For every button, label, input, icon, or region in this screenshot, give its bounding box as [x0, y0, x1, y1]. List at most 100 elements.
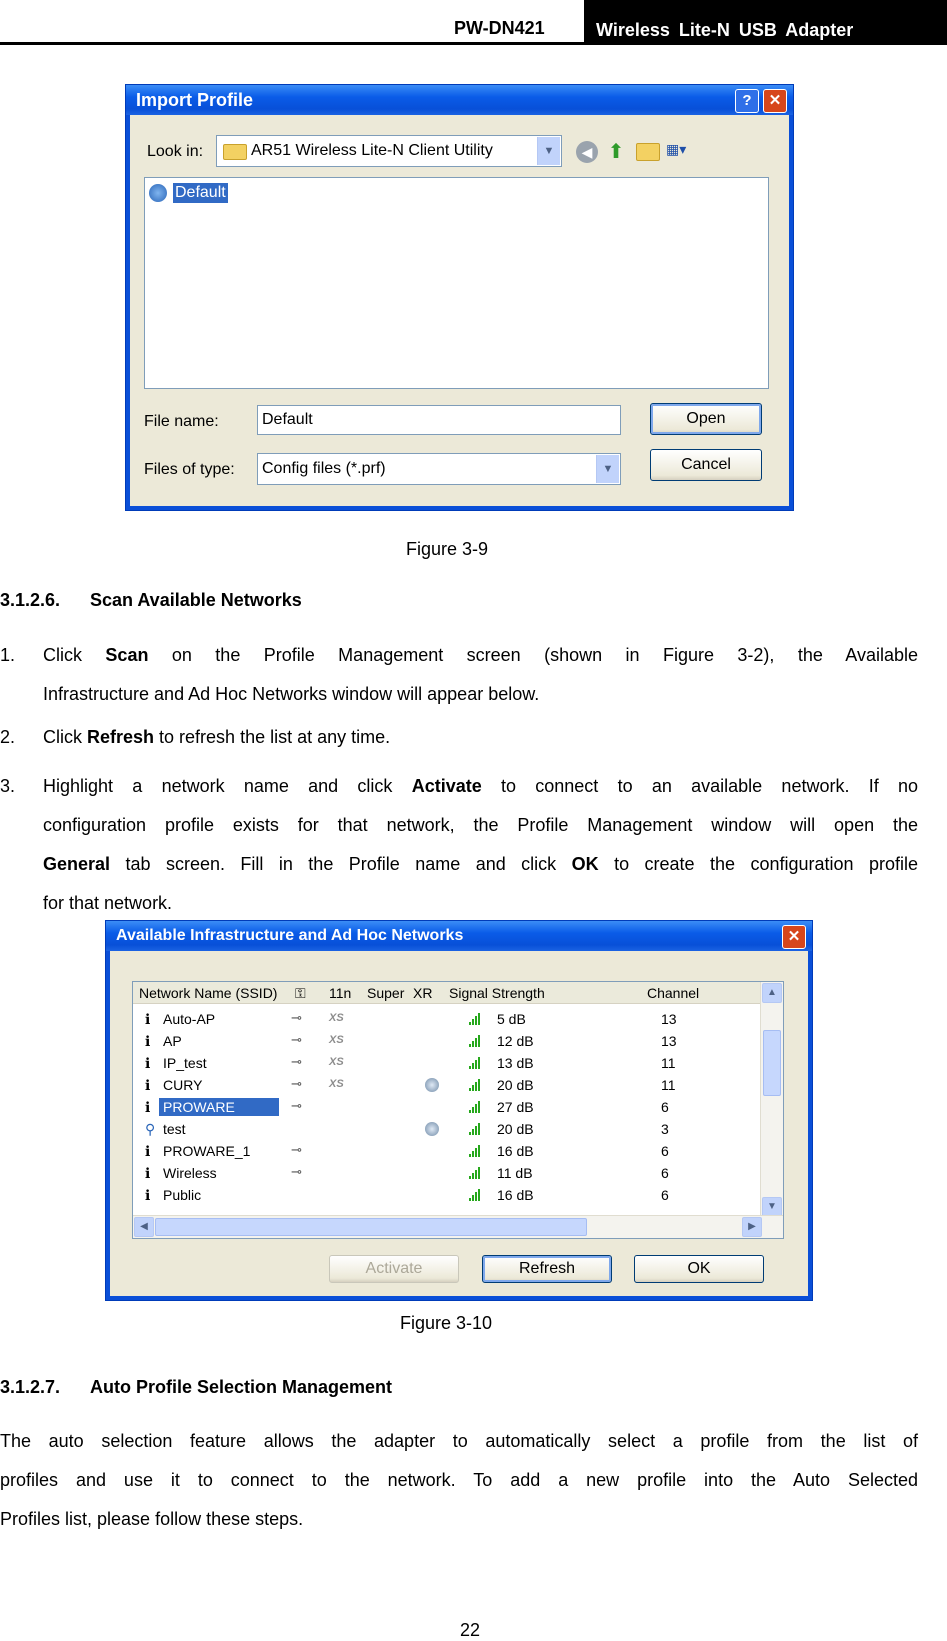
table-row[interactable]: ℹ IP_test ⊸ XS 13 dB 11	[133, 1052, 763, 1074]
profile-icon	[149, 184, 167, 202]
vertical-scrollbar[interactable]: ▲ ▼	[760, 982, 783, 1218]
chevron-down-icon[interactable]: ▼	[596, 455, 619, 483]
look-in-label: Look in:	[147, 143, 204, 160]
look-in-dropdown[interactable]: AR51 Wireless Lite-N Client Utility ▼	[216, 135, 562, 167]
key-icon: ⊸	[291, 1098, 302, 1113]
step-text: Click Scan on the Profile Management scr…	[43, 645, 919, 665]
channel-cell: 13	[661, 1033, 677, 1049]
scroll-down-icon[interactable]: ▼	[762, 1197, 782, 1217]
column-header-channel[interactable]: Channel	[641, 982, 763, 1004]
activate-button[interactable]: Activate	[329, 1255, 459, 1283]
infrastructure-icon: ℹ	[145, 1099, 151, 1115]
paragraph-line: Profiles list, please follow these steps…	[0, 1509, 304, 1529]
signal-cell: 27 dB	[497, 1099, 534, 1115]
networks-table[interactable]: Network Name (SSID) ⚿ 11n Super XR Signa…	[132, 981, 784, 1239]
close-icon[interactable]: ✕	[782, 925, 806, 949]
ssid-cell: AP	[163, 1033, 182, 1049]
infrastructure-icon: ℹ	[145, 1033, 151, 1049]
infrastructure-icon: ℹ	[145, 1165, 151, 1181]
column-header-super[interactable]: Super	[361, 982, 407, 1004]
step-text: Infrastructure and Ad Hoc Networks windo…	[43, 684, 540, 704]
horizontal-scrollbar[interactable]: ◀ ▶	[133, 1215, 783, 1238]
refresh-button[interactable]: Refresh	[482, 1255, 612, 1283]
column-header-ssid[interactable]: Network Name (SSID)	[133, 982, 289, 1004]
step-number: 2.	[0, 727, 16, 747]
scroll-up-icon[interactable]: ▲	[762, 983, 782, 1003]
step-text: configuration profile exists for that ne…	[43, 815, 918, 835]
adhoc-icon: ⚲	[145, 1121, 156, 1137]
step-text: Highlight a network name and click Activ…	[43, 776, 919, 796]
table-row[interactable]: ℹ AP ⊸ XS 12 dB 13	[133, 1030, 763, 1052]
column-header-xr[interactable]: XR	[407, 982, 443, 1004]
up-folder-icon[interactable]: ⬆	[605, 139, 627, 163]
column-header-11n[interactable]: 11n	[323, 982, 361, 1004]
help-icon[interactable]: ?	[735, 89, 759, 113]
header-product: Wireless Lite-N USB Adapter	[584, 0, 947, 44]
cancel-button[interactable]: Cancel	[650, 449, 762, 481]
key-icon: ⊸	[291, 1054, 302, 1069]
signal-cell: 20 dB	[497, 1077, 534, 1093]
signal-icon	[469, 1167, 483, 1179]
open-button[interactable]: Open	[650, 403, 762, 435]
xs-icon: XS	[329, 1056, 344, 1068]
section-number: 3.1.2.6.	[0, 590, 61, 610]
channel-cell: 6	[661, 1099, 669, 1115]
ssid-cell: test	[163, 1121, 186, 1137]
signal-icon	[469, 1079, 483, 1091]
file-name-input[interactable]: Default	[257, 405, 621, 435]
paragraph-line: profiles and use it to connect to the ne…	[0, 1470, 918, 1490]
chevron-down-icon[interactable]: ▼	[537, 137, 560, 165]
scroll-thumb[interactable]	[155, 1218, 587, 1236]
xr-icon	[425, 1078, 439, 1092]
infrastructure-icon: ℹ	[145, 1077, 151, 1093]
xs-icon: XS	[329, 1034, 344, 1046]
view-menu-icon[interactable]: ▦▾	[666, 141, 694, 161]
table-row[interactable]: ℹ PROWARE ⊸ 27 dB 6	[133, 1096, 763, 1118]
file-type-dropdown[interactable]: Config files (*.prf) ▼	[257, 453, 621, 485]
channel-cell: 6	[661, 1143, 669, 1159]
column-header-signal[interactable]: Signal Strength	[443, 982, 641, 1004]
ssid-cell: Wireless	[163, 1165, 217, 1181]
channel-cell: 11	[661, 1055, 676, 1071]
table-row[interactable]: ⚲ test 20 dB 3	[133, 1118, 763, 1140]
key-icon: ⊸	[291, 1164, 302, 1179]
close-icon[interactable]: ✕	[763, 89, 787, 113]
step-item: 1. Click Scan on the Profile Management …	[0, 645, 918, 723]
scroll-left-icon[interactable]: ◀	[134, 1217, 154, 1237]
step-text: Click Refresh to refresh the list at any…	[43, 727, 391, 747]
new-folder-icon[interactable]	[636, 143, 660, 161]
ssid-cell: IP_test	[163, 1055, 207, 1071]
column-header-security[interactable]: ⚿	[289, 982, 323, 1004]
signal-icon	[469, 1189, 483, 1201]
scroll-right-icon[interactable]: ▶	[742, 1217, 762, 1237]
section-title: Auto Profile Selection Management	[90, 1377, 393, 1397]
step-item: 2. Click Refresh to refresh the list at …	[0, 727, 918, 766]
table-row[interactable]: ℹ PROWARE_1 ⊸ 16 dB 6	[133, 1140, 763, 1162]
channel-cell: 13	[661, 1011, 677, 1027]
back-icon[interactable]: ◀	[576, 141, 598, 163]
ok-button[interactable]: OK	[634, 1255, 764, 1283]
infrastructure-icon: ℹ	[145, 1055, 151, 1071]
key-icon: ⊸	[291, 1032, 302, 1047]
ssid-cell: PROWARE_1	[163, 1143, 251, 1159]
key-icon: ⊸	[291, 1142, 302, 1157]
channel-cell: 11	[661, 1077, 676, 1093]
file-list[interactable]: Default	[144, 177, 769, 389]
scroll-thumb[interactable]	[763, 1030, 781, 1096]
section-heading: 3.1.2.7. Auto Profile Selection Managemen…	[0, 1377, 392, 1398]
table-row[interactable]: ℹ Auto-AP ⊸ XS 5 dB 13	[133, 1008, 763, 1030]
table-row[interactable]: ℹ CURY ⊸ XS 20 dB 11	[133, 1074, 763, 1096]
table-row[interactable]: ℹ Public 16 dB 6	[133, 1184, 763, 1206]
infrastructure-icon: ℹ	[145, 1143, 151, 1159]
signal-icon	[469, 1035, 483, 1047]
folder-icon	[223, 144, 247, 160]
key-icon: ⚿	[295, 985, 306, 1001]
step-text: for that network.	[43, 893, 173, 913]
section-heading: 3.1.2.6. Scan Available Networks	[0, 590, 302, 611]
table-row[interactable]: ℹ Wireless ⊸ 11 dB 6	[133, 1162, 763, 1184]
signal-cell: 20 dB	[497, 1121, 534, 1137]
signal-cell: 13 dB	[497, 1055, 534, 1071]
import-profile-dialog: Import Profile ? ✕ Look in: AR51 Wireles…	[125, 84, 794, 511]
body-paragraph: The auto selection feature allows the ad…	[0, 1431, 918, 1548]
key-icon: ⊸	[291, 1076, 302, 1091]
